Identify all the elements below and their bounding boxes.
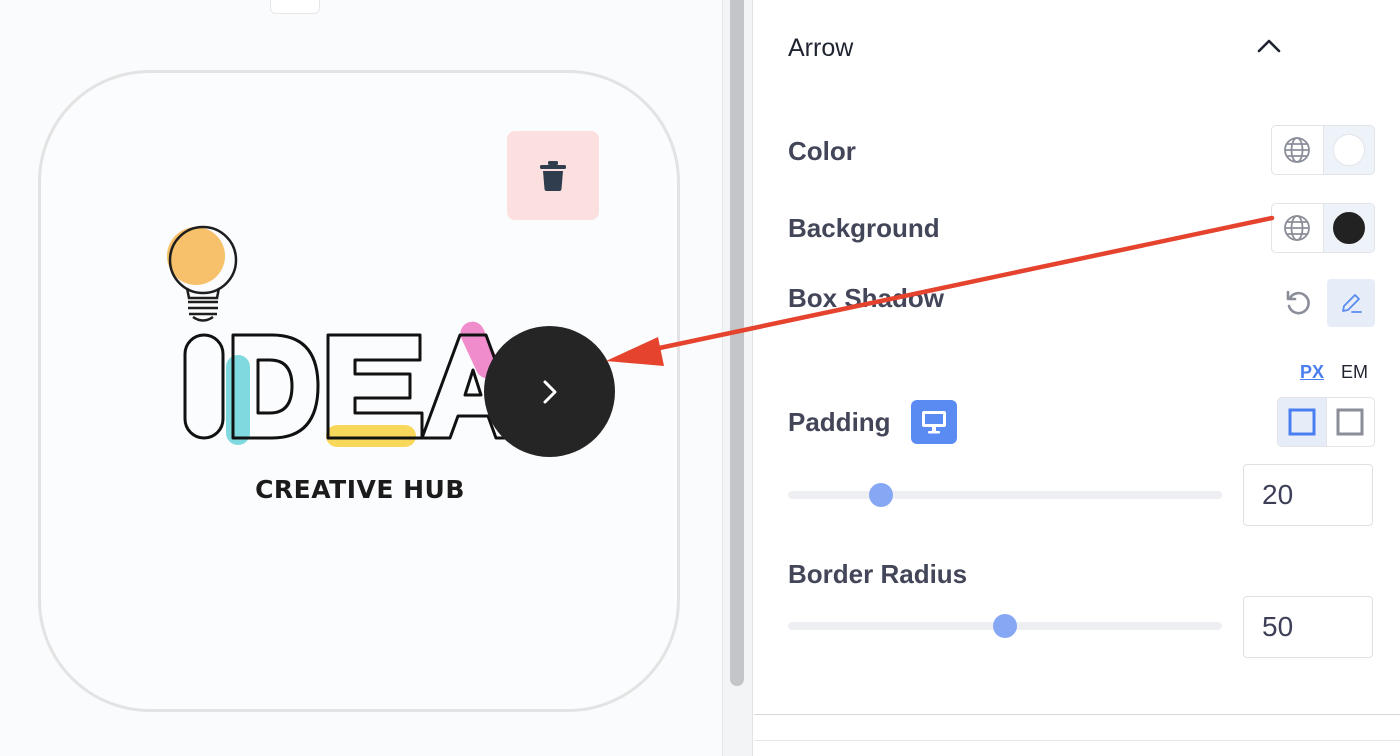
scrollbar-thumb[interactable] (730, 0, 744, 686)
color-swatch (1332, 134, 1365, 166)
box-shadow-label: Box Shadow (788, 283, 945, 313)
chevron-right-icon (543, 380, 556, 403)
border-radius-slider[interactable] (788, 614, 1222, 638)
desktop-icon (922, 411, 946, 434)
delete-button[interactable] (507, 131, 599, 220)
padding-input[interactable] (1243, 464, 1373, 526)
slider-next-arrow[interactable] (484, 326, 615, 457)
color-control (1271, 125, 1375, 175)
reset-icon (1286, 290, 1310, 315)
color-swatch-button[interactable] (1322, 126, 1374, 174)
background-swatch-button[interactable] (1322, 204, 1374, 252)
square-unlinked-icon (1336, 408, 1364, 436)
padding-label: Padding (788, 407, 891, 437)
globe-icon (1284, 215, 1311, 241)
border-radius-input[interactable] (1243, 596, 1373, 658)
globe-icon (1284, 137, 1311, 163)
background-label: Background (788, 213, 940, 243)
linked-sides-button[interactable] (1278, 398, 1326, 446)
background-control (1271, 203, 1375, 253)
pencil-icon (1342, 294, 1362, 313)
padding-link-toggle (1277, 397, 1375, 447)
trash-icon (540, 160, 566, 191)
border-radius-label: Border Radius (788, 559, 968, 589)
unlinked-sides-button[interactable] (1325, 398, 1374, 446)
square-linked-icon (1288, 408, 1316, 436)
global-background-button[interactable] (1272, 204, 1323, 252)
chevron-up-icon (1257, 39, 1281, 53)
divider (754, 740, 1400, 741)
logo-caption: CREATIVE HUB (255, 475, 465, 504)
cyan-accent (226, 355, 250, 445)
responsive-device-button[interactable] (911, 400, 957, 444)
box-shadow-reset-button[interactable] (1280, 283, 1316, 323)
box-shadow-edit-button[interactable] (1327, 279, 1375, 327)
section-title: Arrow (788, 34, 854, 62)
padding-slider[interactable] (788, 483, 1222, 507)
canvas-tab-handle (270, 0, 320, 14)
divider (754, 714, 1400, 715)
section-collapse-toggle[interactable] (1252, 32, 1286, 60)
global-color-button[interactable] (1272, 126, 1323, 174)
border-radius-slider-thumb[interactable] (993, 614, 1017, 638)
background-swatch (1332, 212, 1365, 244)
yellow-accent (326, 425, 416, 447)
lightbulb-icon (167, 225, 238, 322)
unit-em-option[interactable]: EM (1341, 362, 1368, 383)
color-label: Color (788, 136, 856, 166)
unit-px-option[interactable]: PX (1300, 362, 1324, 383)
